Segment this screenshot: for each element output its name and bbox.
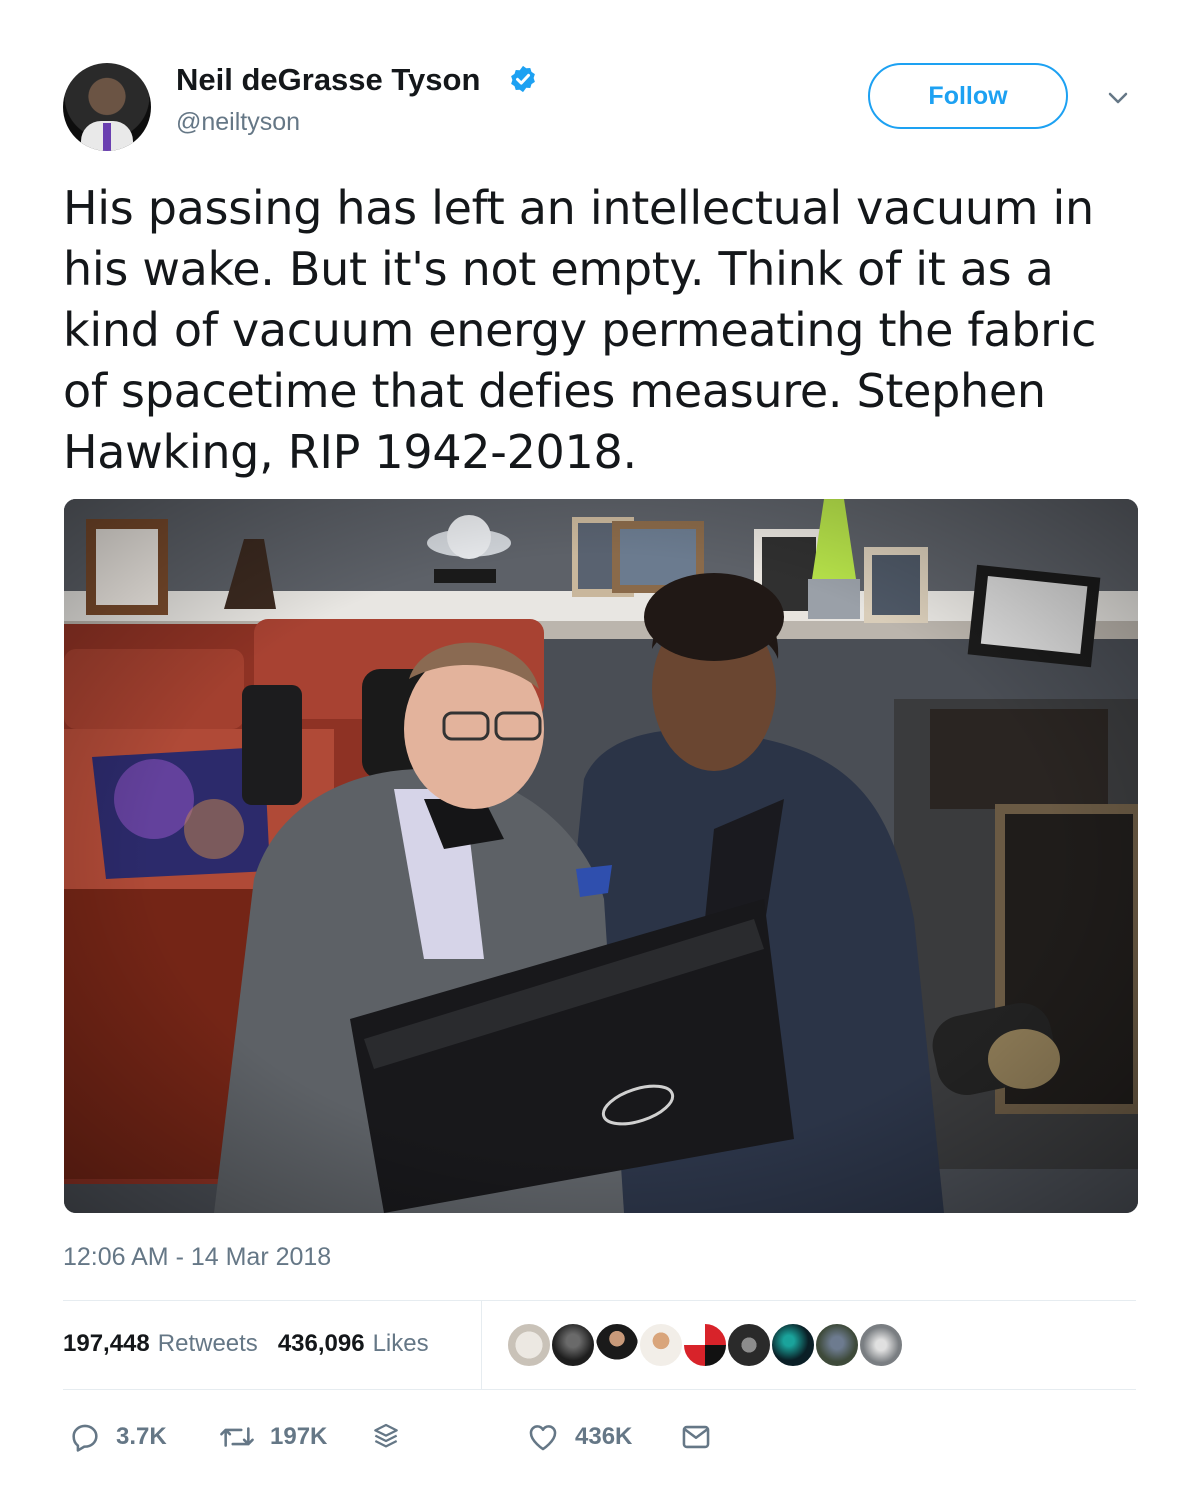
liker-avatar[interactable]: [638, 1322, 684, 1368]
liker-avatar[interactable]: [858, 1322, 904, 1368]
reply-count: 3.7K: [116, 1423, 167, 1450]
retweet-icon: [220, 1427, 254, 1447]
liker-avatar[interactable]: [770, 1322, 816, 1368]
reply-button[interactable]: 3.7K: [68, 1412, 167, 1462]
tweet-stats: 197,448 Retweets 436,096 Likes: [63, 1322, 429, 1366]
liker-avatar[interactable]: [594, 1322, 640, 1368]
tweet-text: His passing has left an intellectual vac…: [63, 181, 1097, 479]
liker-avatar[interactable]: [550, 1322, 596, 1368]
follow-button[interactable]: Follow: [868, 63, 1068, 129]
divider-top: [63, 1300, 1136, 1301]
heart-icon: [529, 1425, 557, 1451]
tweet-photo[interactable]: [64, 499, 1138, 1213]
tweet-timestamp[interactable]: 12:06 AM - 14 Mar 2018: [63, 1240, 331, 1274]
chevron-down-icon[interactable]: [1104, 86, 1132, 110]
stack-icon: [374, 1423, 398, 1448]
like-count: 436K: [575, 1423, 633, 1450]
retweets-count[interactable]: 197,448: [63, 1330, 150, 1358]
envelope-icon: [682, 1425, 710, 1449]
tweet-actions: 3.7K 197K 436K: [63, 1412, 763, 1462]
like-button[interactable]: 436K: [525, 1412, 632, 1462]
retweet-count: 197K: [270, 1423, 328, 1450]
retweets-label[interactable]: Retweets: [158, 1330, 258, 1358]
stack-button[interactable]: [370, 1412, 416, 1462]
reply-icon: [72, 1424, 98, 1452]
liker-avatar[interactable]: [506, 1322, 552, 1368]
avatar-tie: [103, 123, 111, 151]
divider-bottom: [63, 1389, 1136, 1390]
likes-count[interactable]: 436,096: [278, 1330, 365, 1358]
author-display-name[interactable]: Neil deGrasse Tyson: [176, 62, 480, 98]
stats-separator: [481, 1301, 482, 1389]
liker-avatar[interactable]: [682, 1322, 728, 1368]
author-avatar[interactable]: [63, 63, 151, 151]
author-handle[interactable]: @neiltyson: [176, 106, 300, 138]
retweet-button[interactable]: 197K: [218, 1412, 327, 1462]
likes-label[interactable]: Likes: [373, 1330, 429, 1358]
direct-message-button[interactable]: [679, 1412, 727, 1462]
liker-avatars: [506, 1322, 904, 1368]
verified-badge-icon: [511, 65, 535, 93]
liker-avatar[interactable]: [814, 1322, 860, 1368]
liker-avatar[interactable]: [726, 1322, 772, 1368]
